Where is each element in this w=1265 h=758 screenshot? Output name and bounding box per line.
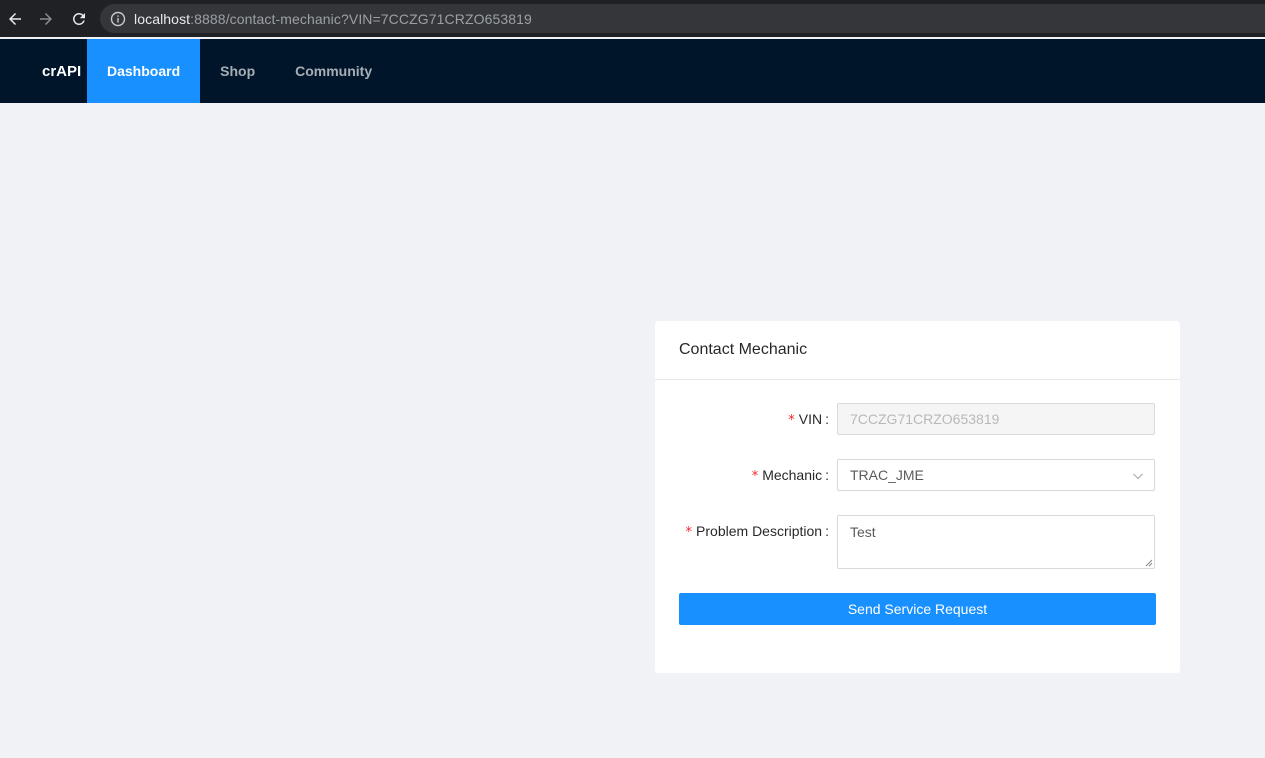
url-path: :8888/contact-mechanic?VIN=7CCZG71CRZO65…: [190, 10, 532, 27]
required-marker: *: [685, 525, 693, 540]
mechanic-select[interactable]: TRAC_JME: [837, 459, 1155, 491]
problem-control: Test: [837, 515, 1155, 569]
vin-control: 7CCZG71CRZO653819: [837, 403, 1155, 435]
vin-label: * VIN:: [788, 411, 829, 428]
card-title: Contact Mechanic: [655, 321, 1180, 380]
vin-input[interactable]: 7CCZG71CRZO653819: [837, 403, 1155, 435]
chevron-down-icon: [1133, 473, 1143, 480]
nav-shop[interactable]: Shop: [200, 39, 275, 103]
problem-row: * Problem Description: Test: [655, 515, 1180, 569]
problem-label: * Problem Description:: [685, 523, 829, 540]
required-marker: *: [788, 413, 795, 428]
contact-mechanic-card: Contact Mechanic * VIN: 7CCZG71CRZO653819…: [655, 321, 1180, 673]
problem-description-value: Test: [850, 524, 876, 540]
reload-icon[interactable]: [64, 4, 94, 34]
forward-arrow-icon[interactable]: [31, 4, 61, 34]
app-navbar: crAPI Dashboard Shop Community: [0, 39, 1265, 103]
back-arrow-icon[interactable]: [0, 4, 30, 34]
address-bar[interactable]: localhost:8888/contact-mechanic?VIN=7CCZ…: [100, 4, 1265, 33]
nav-dashboard[interactable]: Dashboard: [87, 39, 201, 103]
resize-grip-icon[interactable]: [1145, 559, 1153, 567]
mechanic-control: TRAC_JME: [837, 459, 1155, 491]
mechanic-row: * Mechanic: TRAC_JME: [655, 459, 1180, 493]
vin-row: * VIN: 7CCZG71CRZO653819: [655, 403, 1180, 437]
required-marker: *: [751, 469, 759, 484]
mechanic-label: * Mechanic:: [751, 467, 829, 484]
url-text: localhost:8888/contact-mechanic?VIN=7CCZ…: [134, 11, 532, 27]
site-info-icon[interactable]: [110, 11, 126, 27]
problem-description-textarea[interactable]: Test: [837, 515, 1155, 569]
send-service-request-button[interactable]: Send Service Request: [679, 593, 1156, 625]
brand-logo[interactable]: crAPI: [42, 63, 87, 80]
browser-toolbar: localhost:8888/contact-mechanic?VIN=7CCZ…: [0, 0, 1265, 37]
nav-community[interactable]: Community: [275, 39, 392, 103]
url-host: localhost: [134, 10, 191, 27]
mechanic-selected-value: TRAC_JME: [850, 467, 924, 483]
